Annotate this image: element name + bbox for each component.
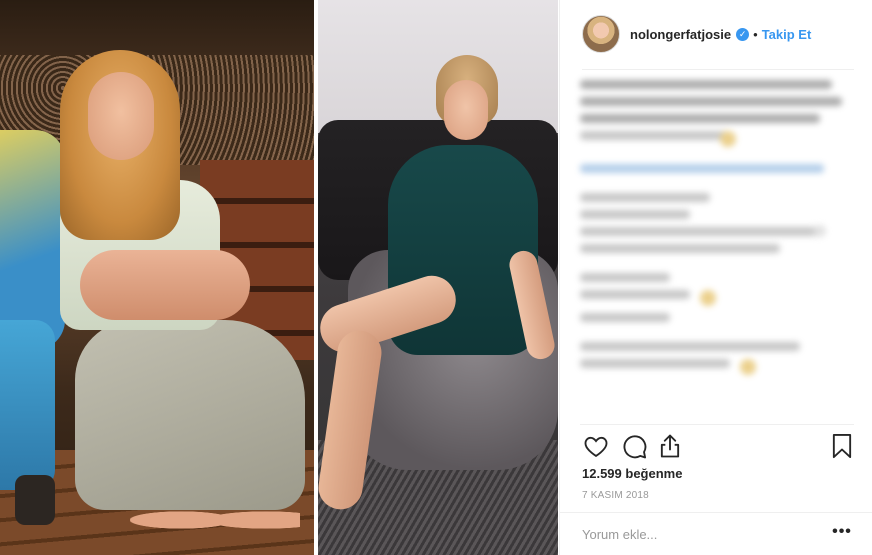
avatar[interactable] — [582, 15, 620, 53]
action-bar — [580, 432, 854, 462]
header-separator: • — [753, 26, 758, 42]
header-divider — [582, 69, 854, 70]
post-header: nolongerfatjosie ✓ • Takip Et — [560, 0, 872, 68]
share-upload-icon[interactable] — [656, 432, 684, 460]
heart-outline-icon[interactable] — [582, 432, 610, 460]
speech-bubble-icon[interactable] — [620, 432, 648, 460]
post-image[interactable] — [0, 0, 558, 555]
post-side-panel: nolongerfatjosie ✓ • Takip Et 12.599 beğ… — [559, 0, 872, 555]
before-person — [60, 50, 305, 540]
actions-divider — [580, 424, 854, 425]
after-photo — [318, 0, 558, 555]
comment-input[interactable] — [582, 522, 822, 546]
post-date[interactable]: 7 KASIM 2018 — [582, 490, 649, 501]
bookmark-outline-icon[interactable] — [828, 432, 856, 460]
follow-button[interactable]: Takip Et — [762, 27, 812, 42]
verified-badge-icon: ✓ — [736, 27, 750, 41]
comments-blurred — [580, 80, 850, 420]
comment-divider — [560, 512, 872, 513]
more-options-button[interactable]: ••• — [830, 520, 854, 544]
before-photo — [0, 0, 314, 555]
username-link[interactable]: nolongerfatjosie — [630, 27, 731, 42]
likes-count[interactable]: 12.599 beğenme — [582, 466, 682, 481]
